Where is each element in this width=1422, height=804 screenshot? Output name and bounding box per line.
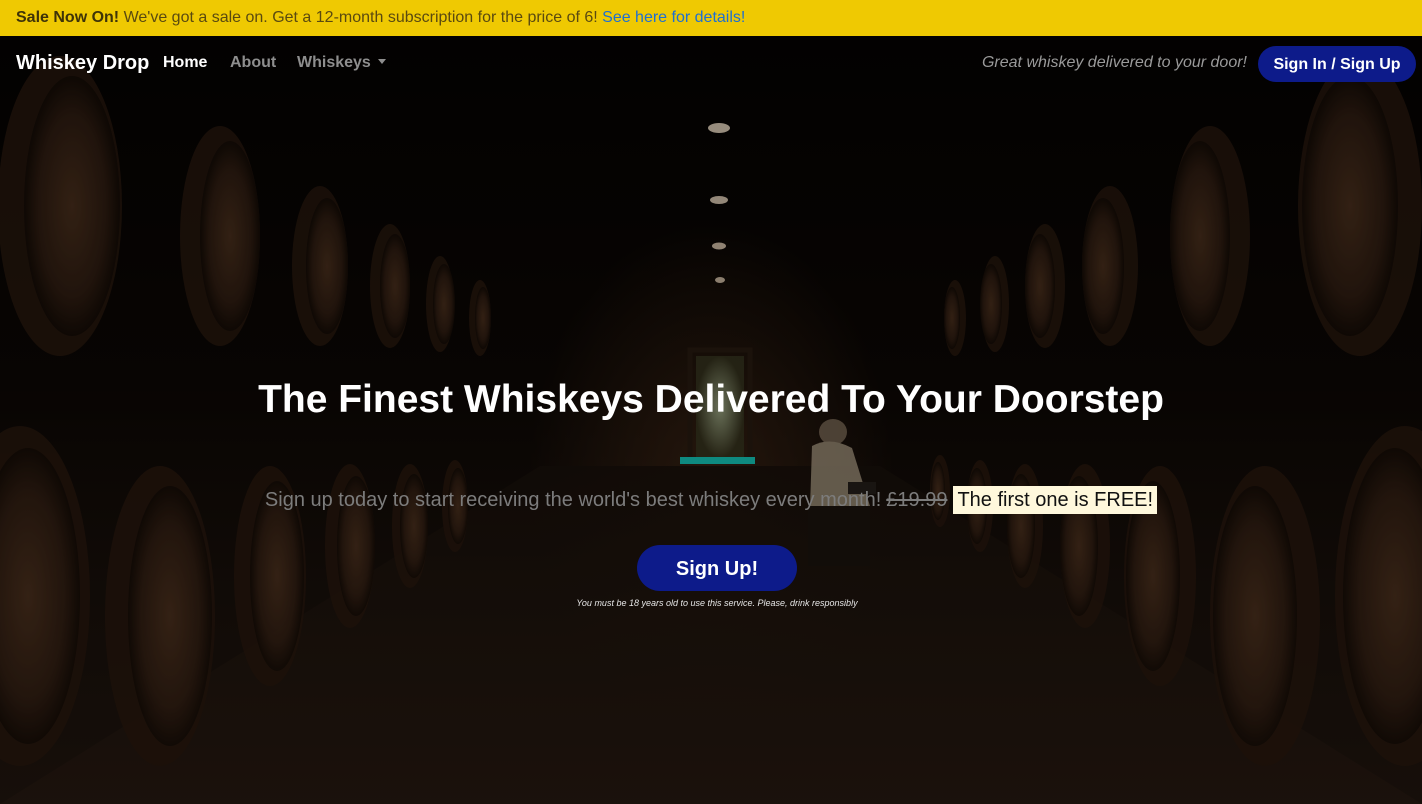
sale-details-link[interactable]: See here for details! [602, 9, 745, 26]
old-price: £19.99 [886, 489, 948, 511]
hero-subtitle: Sign up today to start receiving the wor… [0, 486, 1422, 514]
sale-banner-heading: Sale Now On! [16, 9, 120, 26]
navbar-tagline: Great whiskey delivered to your door! [981, 54, 1247, 71]
nav-item-whiskeys-dropdown[interactable]: Whiskeys [297, 54, 386, 72]
sale-banner-text: We've got a sale on. Get a 12-month subs… [119, 9, 603, 26]
nav-item-home[interactable]: Home [163, 54, 207, 72]
signup-button[interactable]: Sign Up! [637, 545, 797, 591]
top-navbar: Whiskey Drop Home About Whiskeys Great w… [0, 36, 1422, 92]
caret-down-icon [377, 59, 386, 64]
hero-title: The Finest Whiskeys Delivered To Your Do… [258, 378, 1164, 421]
age-disclaimer: You must be 18 years old to use this ser… [576, 598, 858, 608]
hero-subtitle-text: Sign up today to start receiving the wor… [264, 489, 882, 511]
sale-banner: Sale Now On! We've got a sale on. Get a … [0, 0, 1422, 36]
title-accent-divider [680, 457, 755, 464]
free-offer-highlight: The first one is FREE! [953, 486, 1158, 514]
signin-signup-button[interactable]: Sign In / Sign Up [1258, 46, 1416, 82]
nav-item-whiskeys-label: Whiskeys [297, 54, 371, 71]
brand-logo-link[interactable]: Whiskey Drop [16, 52, 149, 75]
nav-item-about[interactable]: About [230, 54, 276, 72]
